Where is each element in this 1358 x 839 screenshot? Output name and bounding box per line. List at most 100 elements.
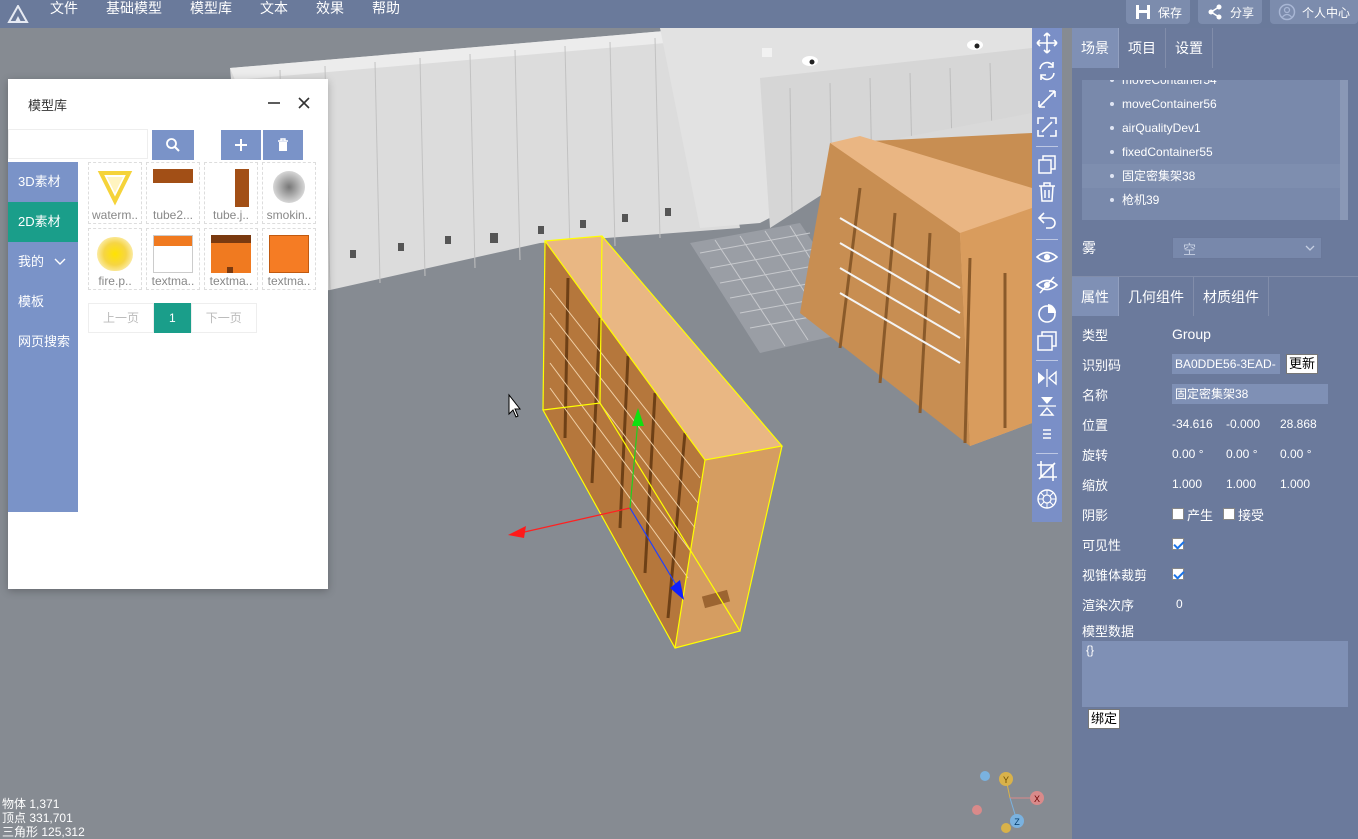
refresh-uuid-button[interactable]: 更新 xyxy=(1286,354,1319,374)
menu-help[interactable]: 帮助 xyxy=(358,0,414,28)
copy-icon[interactable] xyxy=(1034,151,1060,177)
show-icon[interactable] xyxy=(1034,244,1060,270)
fire-thumbnail xyxy=(93,233,137,273)
share-button[interactable]: 分享 xyxy=(1197,0,1262,24)
scale-y-field[interactable]: 1.000 xyxy=(1226,477,1280,491)
list-item-selected[interactable]: 固定密集架38 xyxy=(1082,164,1348,188)
frustum-culling-checkbox[interactable] xyxy=(1172,568,1184,580)
asset-item[interactable]: textma.. xyxy=(204,228,258,290)
sidebar-item-templates[interactable]: 模板 xyxy=(8,282,78,322)
scale-x-field[interactable]: 1.000 xyxy=(1172,477,1226,491)
property-rows: 类型 Group 识别码 BA0DDE56-3EAD- 更新 名称 固定密集架3… xyxy=(1072,316,1358,641)
move-tool-icon[interactable] xyxy=(1034,30,1060,56)
tab-properties[interactable]: 属性 xyxy=(1072,277,1119,316)
scene-stats: 物体 1,371 顶点 331,701 三角形 125,312 xyxy=(2,797,85,839)
shadow-cast-checkbox[interactable] xyxy=(1172,508,1184,520)
scene-item-label: moveContainer56 xyxy=(1122,97,1217,111)
menu-file[interactable]: 文件 xyxy=(36,0,92,28)
sidebar-item-web-search[interactable]: 网页搜索 xyxy=(8,322,78,362)
tab-material[interactable]: 材质组件 xyxy=(1194,277,1269,316)
render-order-field[interactable]: 0 xyxy=(1176,597,1183,611)
name-field[interactable]: 固定密集架38 xyxy=(1172,384,1328,404)
list-item[interactable]: 枪机39 xyxy=(1082,188,1348,212)
model-data-textarea[interactable]: {} xyxy=(1082,641,1348,707)
hide-icon[interactable] xyxy=(1034,272,1060,298)
sidebar-item-2d-assets[interactable]: 2D素材 xyxy=(8,202,78,242)
triangles-value: 125,312 xyxy=(41,825,85,839)
uuid-label: 识别码 xyxy=(1082,357,1122,373)
chevron-down-icon xyxy=(54,258,66,265)
list-item[interactable]: moveContainer56 xyxy=(1082,92,1348,116)
library-search-button[interactable] xyxy=(152,130,194,160)
tab-project[interactable]: 项目 xyxy=(1119,28,1166,68)
tab-geometry[interactable]: 几何组件 xyxy=(1119,277,1194,316)
library-delete-button[interactable] xyxy=(263,130,303,160)
undo-icon[interactable] xyxy=(1034,207,1060,233)
position-y-field[interactable]: -0.000 xyxy=(1226,417,1280,431)
library-header: 模型库 xyxy=(8,79,328,129)
rotation-x-field[interactable]: 0.00 ° xyxy=(1172,447,1226,461)
visible-checkbox[interactable] xyxy=(1172,538,1184,550)
prev-page-button[interactable]: 上一页 xyxy=(88,303,155,333)
scene-outliner[interactable]: moveContainer54 moveContainer56 airQuali… xyxy=(1082,80,1348,220)
asset-item[interactable]: textma.. xyxy=(146,228,200,290)
menu-text[interactable]: 文本 xyxy=(246,0,302,28)
layers-icon[interactable] xyxy=(1034,328,1060,354)
rotate-tool-icon[interactable] xyxy=(1034,58,1060,84)
rotation-z-field[interactable]: 0.00 ° xyxy=(1280,447,1334,461)
asset-item[interactable]: tube2... xyxy=(146,162,200,224)
mirror-vertical-icon[interactable] xyxy=(1034,393,1060,419)
align-icon[interactable] xyxy=(1034,421,1060,447)
crop-icon[interactable] xyxy=(1034,458,1060,484)
menu-basic-model[interactable]: 基础模型 xyxy=(92,0,176,28)
list-item[interactable]: fixedContainer55 xyxy=(1082,140,1348,164)
tab-scene[interactable]: 场景 xyxy=(1072,28,1119,68)
library-add-button[interactable] xyxy=(221,130,261,160)
library-pager: 上一页 1 下一页 xyxy=(88,303,257,333)
save-icon xyxy=(1135,5,1150,19)
asset-item[interactable]: smokin.. xyxy=(262,162,316,224)
asset-item[interactable]: textma.. xyxy=(262,228,316,290)
globe-icon[interactable] xyxy=(1034,486,1060,512)
asset-item[interactable]: waterm.. xyxy=(88,162,142,224)
outliner-scrollbar[interactable] xyxy=(1340,80,1348,220)
name-row: 名称 固定密集架38 xyxy=(1082,379,1358,409)
delete-icon[interactable] xyxy=(1034,179,1060,205)
sidebar-item-3d-assets[interactable]: 3D素材 xyxy=(8,162,78,202)
position-x-field[interactable]: -34.616 xyxy=(1172,417,1226,431)
list-item[interactable]: airQualityDev1 xyxy=(1082,116,1348,140)
fog-select-value: 空 xyxy=(1183,241,1197,257)
close-icon[interactable] xyxy=(296,95,312,111)
shadow-row: 阴影 产生 接受 xyxy=(1082,499,1358,529)
asset-item[interactable]: fire.p.. xyxy=(88,228,142,290)
tab-settings[interactable]: 设置 xyxy=(1166,28,1213,68)
page-number-button[interactable]: 1 xyxy=(154,303,191,333)
sidebar-item-label: 我的 xyxy=(18,254,45,269)
scale-tool-icon[interactable] xyxy=(1034,86,1060,112)
toolbar-divider xyxy=(1036,453,1058,454)
rotation-y-field[interactable]: 0.00 ° xyxy=(1226,447,1280,461)
menu-model-library[interactable]: 模型库 xyxy=(176,0,246,28)
app-logo-icon[interactable] xyxy=(0,0,36,28)
mirror-horizontal-icon[interactable] xyxy=(1034,365,1060,391)
pie-chart-icon[interactable] xyxy=(1034,300,1060,326)
user-center-button[interactable]: 个人中心 xyxy=(1269,0,1358,24)
asset-item[interactable]: tube.j.. xyxy=(204,162,258,224)
position-z-field[interactable]: 28.868 xyxy=(1280,417,1334,431)
panel-tabs: 场景 项目 设置 xyxy=(1072,28,1358,68)
scale-row: 缩放 1.000 1.000 1.000 xyxy=(1082,469,1358,499)
fog-select[interactable]: 空 xyxy=(1172,237,1322,259)
scale-z-field[interactable]: 1.000 xyxy=(1280,477,1334,491)
list-item[interactable]: moveContainer54 xyxy=(1082,80,1348,92)
next-page-button[interactable]: 下一页 xyxy=(190,303,257,333)
sidebar-item-mine[interactable]: 我的 xyxy=(8,242,78,282)
save-button[interactable]: 保存 xyxy=(1125,0,1190,24)
uuid-field[interactable]: BA0DDE56-3EAD- xyxy=(1172,354,1280,374)
library-search-input[interactable] xyxy=(8,129,148,159)
minimize-icon[interactable] xyxy=(266,95,282,111)
menu-effects[interactable]: 效果 xyxy=(302,0,358,28)
bind-button[interactable]: 绑定 xyxy=(1088,709,1121,729)
fit-view-icon[interactable] xyxy=(1034,114,1060,140)
objects-value: 1,371 xyxy=(29,797,60,811)
shadow-receive-checkbox[interactable] xyxy=(1223,508,1236,520)
